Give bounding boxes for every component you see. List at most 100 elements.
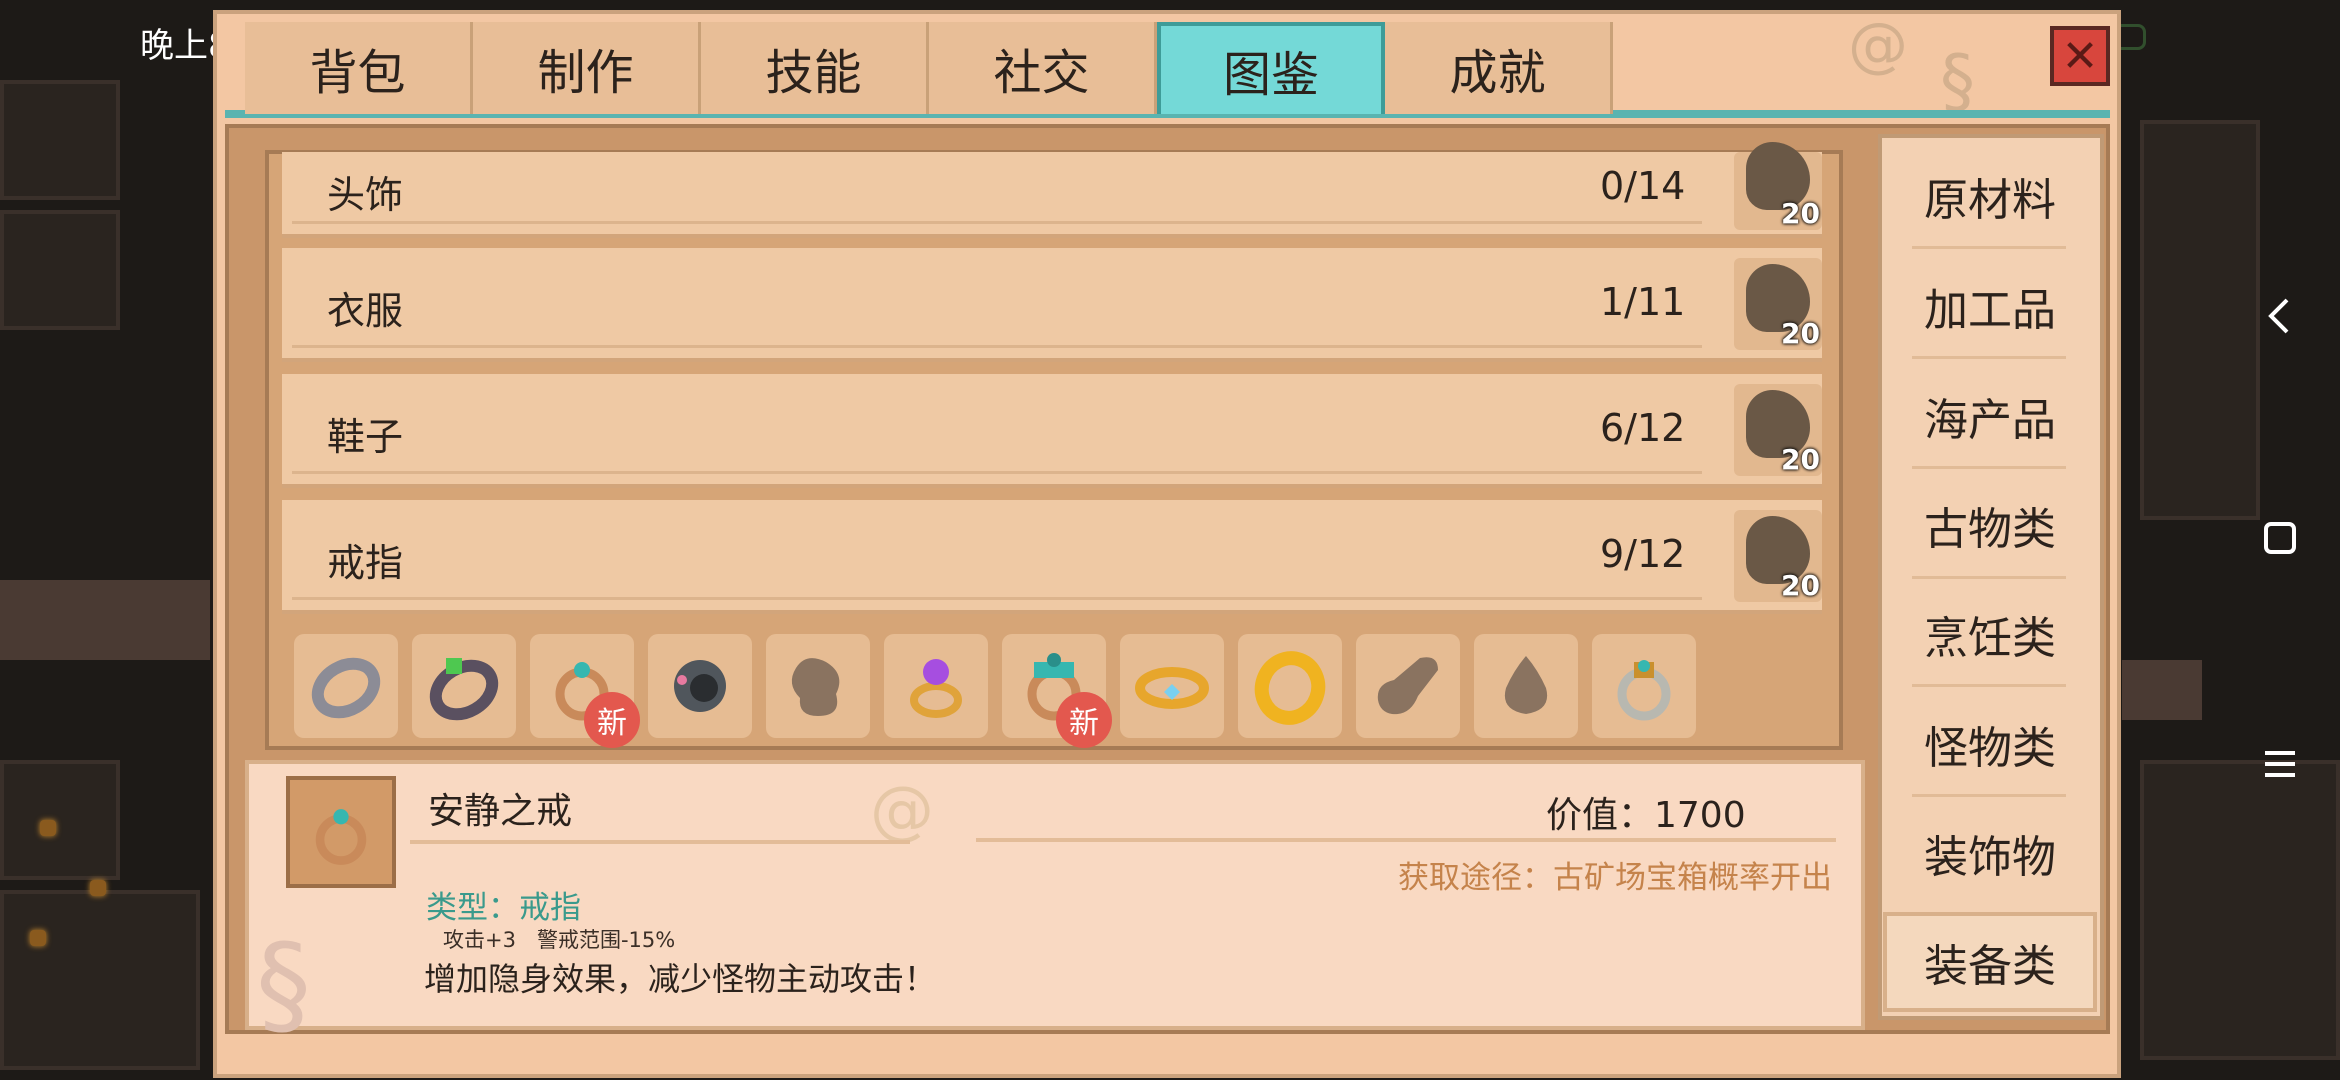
item-slot-purple-gem-ring[interactable] <box>884 634 988 738</box>
sidebar-divider <box>1912 576 2066 579</box>
tab-bar: 背包 制作 技能 社交 图鉴 成就 <box>245 22 1613 114</box>
iron-ring-icon <box>674 660 726 712</box>
category-row-clothes[interactable]: 衣服 1/11 20 <box>282 248 1822 362</box>
item-source: 获取途径：古矿场宝箱概率开出 <box>1398 860 1832 896</box>
row-divider <box>292 597 1702 600</box>
tab-achievements[interactable]: 成就 <box>1385 22 1613 114</box>
tab-skills[interactable]: 技能 <box>701 22 929 114</box>
floor-tile <box>0 760 120 880</box>
gray-ring-icon <box>311 657 381 719</box>
category-icon-box: 20 <box>1734 384 1822 476</box>
gold-blue-ring-icon <box>1135 667 1209 709</box>
gold-band-icon <box>1254 651 1326 725</box>
new-badge: 新 <box>584 692 640 748</box>
item-slot-unknown[interactable] <box>766 634 870 738</box>
floor-tile <box>2140 760 2340 1060</box>
torch-icon <box>40 820 56 836</box>
category-row-rings[interactable]: 戒指 9/12 20 <box>282 500 1822 614</box>
close-icon: ✕ <box>2061 30 2099 82</box>
category-count: 1/11 <box>1600 280 1686 324</box>
item-slot-gold-band[interactable] <box>1238 634 1342 738</box>
sidebar-item-cooking[interactable]: 烹饪类 <box>1910 584 2070 684</box>
tab-encyclopedia[interactable]: 图鉴 <box>1157 22 1385 114</box>
silver-teal-ring-icon <box>1617 660 1671 721</box>
category-badge-number: 20 <box>1781 569 1820 602</box>
item-slot-unknown[interactable] <box>1356 634 1460 738</box>
sidebar-item-raw-materials[interactable]: 原材料 <box>1910 146 2070 246</box>
sidebar-divider <box>1912 466 2066 469</box>
category-badge-number: 20 <box>1781 443 1820 476</box>
category-icon-box: 20 <box>1734 142 1822 230</box>
category-count: 0/14 <box>1600 164 1686 208</box>
category-row-headwear[interactable]: 头饰 0/14 20 <box>282 142 1822 238</box>
item-slot-gold-blue-ring[interactable] <box>1120 634 1224 738</box>
menu-nav-icon[interactable] <box>2250 734 2310 794</box>
sidebar-divider <box>1912 794 2066 797</box>
category-label: 衣服 <box>327 289 404 333</box>
item-slot-gray-ring[interactable] <box>294 634 398 738</box>
item-slot-iron-ring[interactable] <box>648 634 752 738</box>
torch-icon <box>30 930 46 946</box>
unknown-silhouette-icon <box>1377 657 1438 715</box>
copper-teal-ring-icon <box>315 809 367 865</box>
wall-block <box>0 580 120 660</box>
category-count: 9/12 <box>1600 532 1686 576</box>
swirl-ornament-icon: @ <box>1848 10 1908 80</box>
unknown-silhouette-icon <box>791 658 840 716</box>
item-description: 增加隐身效果，减少怪物主动攻击！ <box>424 960 937 998</box>
back-nav-icon[interactable] <box>2250 286 2310 346</box>
name-underline <box>410 840 910 844</box>
row-divider <box>292 221 1702 224</box>
category-badge-number: 20 <box>1781 197 1820 230</box>
category-icon-box: 20 <box>1734 258 1822 350</box>
tab-crafting[interactable]: 制作 <box>473 22 701 114</box>
green-gem-ring-icon <box>429 658 499 721</box>
sidebar-divider <box>1912 246 2066 249</box>
category-badge-number: 20 <box>1781 317 1820 350</box>
sidebar-item-seafood[interactable]: 海产品 <box>1910 366 2070 466</box>
home-nav-icon[interactable] <box>2250 508 2310 568</box>
unknown-silhouette-icon <box>1504 656 1548 714</box>
floor-tile <box>2140 120 2260 520</box>
sidebar-item-antiques[interactable]: 古物类 <box>1910 475 2070 575</box>
selected-item-icon-box <box>286 776 396 888</box>
floor-tile <box>0 80 120 200</box>
item-slot-crown-teal-ring[interactable]: 新 <box>1002 634 1112 748</box>
category-label: 头饰 <box>327 173 404 217</box>
swirl-ornament-icon: @ <box>870 774 934 848</box>
item-slot-silver-teal-ring[interactable] <box>1592 634 1696 738</box>
purple-gem-ring-icon <box>910 659 962 718</box>
category-label: 戒指 <box>327 541 404 585</box>
close-button[interactable]: ✕ <box>2050 26 2110 86</box>
sidebar-item-processed[interactable]: 加工品 <box>1910 256 2070 356</box>
item-stats: 攻击+3 警戒范围-15% <box>443 928 676 952</box>
row-divider <box>292 471 1702 474</box>
item-slot-unknown[interactable] <box>1474 634 1578 738</box>
sidebar-divider <box>1912 356 2066 359</box>
row-divider <box>292 345 1702 348</box>
floor-tile <box>0 890 200 1070</box>
sidebar-divider <box>1912 684 2066 687</box>
category-count: 6/12 <box>1600 406 1686 450</box>
tab-backpack[interactable]: 背包 <box>245 22 473 114</box>
value-underline <box>976 838 1836 842</box>
wall-block <box>2122 660 2202 720</box>
ring-item-grid: 新 新 <box>290 634 1830 748</box>
tab-social[interactable]: 社交 <box>929 22 1157 114</box>
torch-icon <box>90 880 106 896</box>
sidebar-item-decorations[interactable]: 装饰物 <box>1910 803 2070 903</box>
new-badge: 新 <box>1056 692 1112 748</box>
item-name: 安静之戒 <box>428 791 573 832</box>
item-value: 价值：1700 <box>1546 795 1746 836</box>
category-icon-box: 20 <box>1734 510 1822 602</box>
wall-block <box>110 580 210 660</box>
category-label: 鞋子 <box>327 415 404 459</box>
item-slot-copper-teal-ring[interactable]: 新 <box>530 634 640 748</box>
category-row-shoes[interactable]: 鞋子 6/12 20 <box>282 374 1822 488</box>
item-type: 类型：戒指 <box>426 890 581 926</box>
sidebar-item-monsters[interactable]: 怪物类 <box>1910 694 2070 794</box>
item-slot-green-gem-ring[interactable] <box>412 634 516 738</box>
sidebar-item-equipment[interactable]: 装备类 <box>1883 912 2097 1012</box>
flourish-ornament-icon: § <box>256 920 311 1048</box>
floor-tile <box>0 210 120 330</box>
